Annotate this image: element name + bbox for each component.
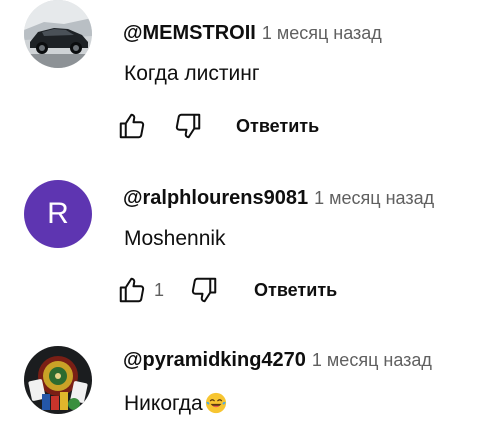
thumb-down-icon	[191, 277, 217, 303]
avatar[interactable]	[24, 346, 92, 414]
comment-thread-item: @MEMSTROII 1 месяц назад Когда листинг От…	[0, 0, 493, 160]
comment-timestamp[interactable]: 1 месяц назад	[312, 350, 432, 370]
comment-text: Moshennik	[124, 227, 226, 250]
comment-action-bar: 1 Ответить	[112, 270, 351, 310]
casino-image-avatar-image	[24, 346, 92, 414]
avatar[interactable]	[24, 0, 92, 68]
comment-thread-item: @pyramidking4270 1 месяц назад Никогда	[0, 340, 493, 429]
comment-timestamp[interactable]: 1 месяц назад	[314, 188, 434, 208]
comment-text: Никогда	[124, 391, 227, 417]
comment-thread-item: R @ralphlourens9081 1 месяц назад Moshenn…	[0, 170, 493, 330]
thumb-up-icon	[119, 277, 145, 303]
dislike-button[interactable]	[184, 270, 224, 310]
laughing-tears-emoji-icon	[205, 392, 227, 414]
thumb-down-icon	[175, 113, 201, 139]
comment-header: @MEMSTROII 1 месяц назад	[123, 21, 382, 47]
dislike-button[interactable]	[168, 106, 208, 146]
reply-button[interactable]: Ответить	[222, 108, 333, 145]
like-count: 1	[154, 279, 165, 300]
author-name[interactable]: @pyramidking4270	[123, 349, 306, 371]
like-button[interactable]	[112, 106, 152, 146]
reply-button[interactable]: Ответить	[240, 272, 351, 309]
comment-text: Когда листинг	[124, 62, 260, 85]
like-button[interactable]	[112, 270, 152, 310]
thumb-up-icon	[119, 113, 145, 139]
avatar[interactable]: R	[24, 180, 92, 248]
comment-text-content: Никогда	[124, 392, 203, 415]
author-name[interactable]: @ralphlourens9081	[123, 187, 308, 209]
author-name[interactable]: @MEMSTROII	[123, 22, 256, 44]
comment-action-bar: Ответить	[112, 106, 333, 146]
comment-header: @ralphlourens9081 1 месяц назад	[123, 186, 434, 212]
car-photo-avatar-image	[24, 0, 92, 68]
comment-timestamp[interactable]: 1 месяц назад	[262, 23, 382, 43]
comment-header: @pyramidking4270 1 месяц назад	[123, 348, 432, 374]
